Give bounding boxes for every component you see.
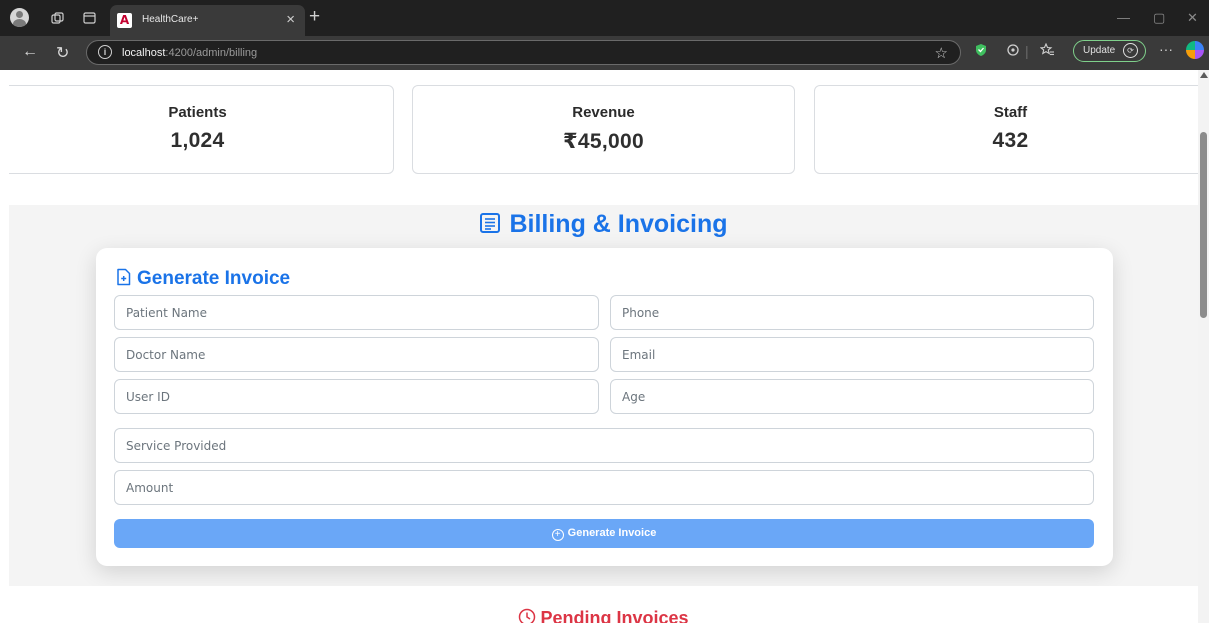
- favorite-star-icon[interactable]: ☆: [935, 44, 948, 62]
- tab-close-icon[interactable]: ×: [286, 11, 295, 28]
- email-field[interactable]: [610, 337, 1094, 372]
- refresh-icon[interactable]: ↻: [56, 43, 69, 63]
- minimize-icon[interactable]: —: [1117, 10, 1130, 25]
- phone-field[interactable]: [610, 295, 1094, 330]
- billing-title-text: Billing & Invoicing: [509, 210, 728, 238]
- stat-label: Revenue: [572, 104, 635, 121]
- page-edge: [0, 70, 9, 623]
- performance-icon[interactable]: [1006, 43, 1020, 60]
- update-icon: ⟳: [1123, 43, 1138, 58]
- doctor-name-field[interactable]: [114, 337, 599, 372]
- stat-value: ₹45,000: [563, 130, 644, 153]
- restore-icon[interactable]: ▢: [1153, 10, 1165, 26]
- stat-value: 432: [992, 129, 1029, 152]
- browser-tab-bar: A HealthCare+ × + — ▢ ✕: [0, 0, 1209, 36]
- favorites-icon[interactable]: [1039, 42, 1055, 60]
- clock-icon: [518, 608, 536, 623]
- url-text[interactable]: localhost:4200/admin/billing: [122, 47, 257, 59]
- page-viewport: Patients 1,024 Revenue ₹45,000 Staff 432…: [9, 70, 1198, 623]
- generate-invoice-button[interactable]: + Generate Invoice: [114, 519, 1094, 548]
- stat-card-staff: Staff 432: [814, 85, 1198, 174]
- pending-invoices-section: Pending Invoices: [9, 586, 1198, 623]
- service-provided-field[interactable]: [114, 428, 1094, 463]
- toolbar-divider: |: [1025, 43, 1029, 59]
- page-scrollbar[interactable]: [1198, 70, 1209, 623]
- tab-title: HealthCare+: [142, 14, 199, 25]
- tab-favicon-icon: A: [117, 13, 132, 28]
- generate-invoice-label: Generate Invoice: [567, 526, 657, 539]
- stat-value: 1,024: [170, 129, 225, 152]
- close-window-icon[interactable]: ✕: [1187, 10, 1198, 26]
- plus-circle-icon: +: [551, 528, 564, 541]
- profile-avatar-icon[interactable]: [10, 8, 29, 27]
- stat-card-revenue: Revenue ₹45,000: [412, 85, 795, 174]
- user-id-field[interactable]: [114, 379, 599, 414]
- more-menu-icon[interactable]: ···: [1159, 41, 1173, 57]
- pending-invoices-title: Pending Invoices: [9, 608, 1198, 623]
- stat-card-patients: Patients 1,024: [9, 85, 394, 174]
- shield-extension-icon[interactable]: [975, 43, 987, 60]
- patient-name-field[interactable]: [114, 295, 599, 330]
- update-label: Update: [1083, 45, 1116, 56]
- amount-field[interactable]: [114, 470, 1094, 505]
- generate-invoice-card: Generate Invoice +Generate Invoice: [96, 248, 1113, 566]
- stat-label: Staff: [993, 104, 1028, 121]
- card-title: Generate Invoice: [116, 268, 290, 292]
- update-button[interactable]: Update ⟳: [1073, 40, 1146, 62]
- site-info-icon[interactable]: i: [98, 45, 112, 59]
- scrollbar-thumb[interactable]: [1200, 132, 1207, 318]
- url-omnibox[interactable]: i localhost:4200/admin/billing ☆: [86, 40, 961, 65]
- pending-title-text: Pending Invoices: [540, 608, 689, 623]
- file-plus-icon: [116, 268, 131, 292]
- card-title-text: Generate Invoice: [137, 268, 291, 289]
- billing-section-title: Billing & Invoicing: [9, 210, 1198, 241]
- copilot-icon[interactable]: [1186, 41, 1204, 59]
- stat-label: Patients: [168, 104, 227, 121]
- receipt-icon: [479, 212, 501, 241]
- stats-section: Patients 1,024 Revenue ₹45,000 Staff 432: [9, 70, 1198, 205]
- scroll-up-arrow-icon[interactable]: [1200, 72, 1208, 78]
- workspaces-icon[interactable]: [48, 9, 66, 27]
- age-field[interactable]: [610, 379, 1094, 414]
- tab-actions-icon[interactable]: [80, 9, 98, 27]
- new-tab-icon[interactable]: +: [309, 6, 320, 28]
- browser-tab-active[interactable]: A HealthCare+ ×: [110, 5, 305, 36]
- back-icon[interactable]: ←: [22, 43, 38, 61]
